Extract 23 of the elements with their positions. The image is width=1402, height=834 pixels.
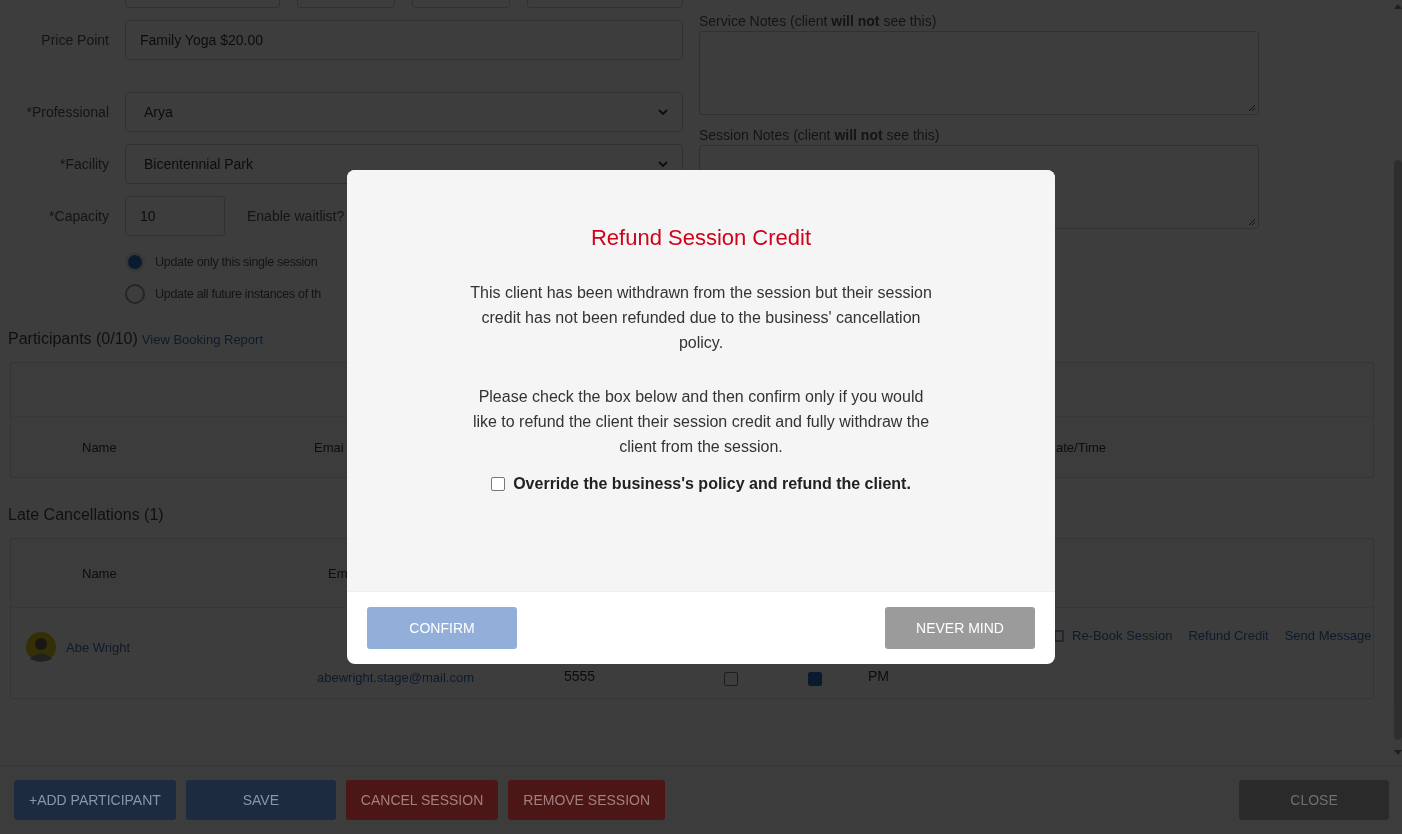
footer-button[interactable]: SAVE [185,780,336,820]
scroll-up-icon[interactable] [1394,4,1402,9]
radio-button[interactable] [125,284,145,304]
checkbox[interactable] [724,672,738,686]
modal-title: Refund Session Credit [590,225,812,251]
override-checkbox[interactable] [491,477,506,491]
footer-button[interactable]: +ADD PARTICIPANT [14,780,176,820]
modal-message: This client has been withdrawn from the session but their session credit has not been refunded due to the business' cancellation policy. [469,283,933,353]
override-label: Override the business's policy and refund the client. [513,475,911,493]
chevron-down-icon [658,109,668,115]
never-mind-button[interactable]: NEVER MIND [885,607,1035,649]
footer-button[interactable]: CLOSE [1239,780,1389,820]
scroll-down-icon[interactable] [1394,750,1402,755]
footer-button[interactable]: CANCEL SESSION [345,780,499,820]
resize-grip-icon [1248,104,1256,112]
checkbox[interactable] [808,672,822,686]
chevron-down-icon [658,161,668,167]
notes-textarea[interactable] [699,31,1259,115]
footer-button[interactable]: REMOVE SESSION [508,780,666,820]
avatar-icon [26,632,56,662]
resize-grip-icon [1248,218,1256,226]
modal-message: Please check the box below and then confirm only if you would like to refund the client their session credit and fully withdraw the client from the session. [471,387,931,457]
document-icon [1054,629,1064,642]
